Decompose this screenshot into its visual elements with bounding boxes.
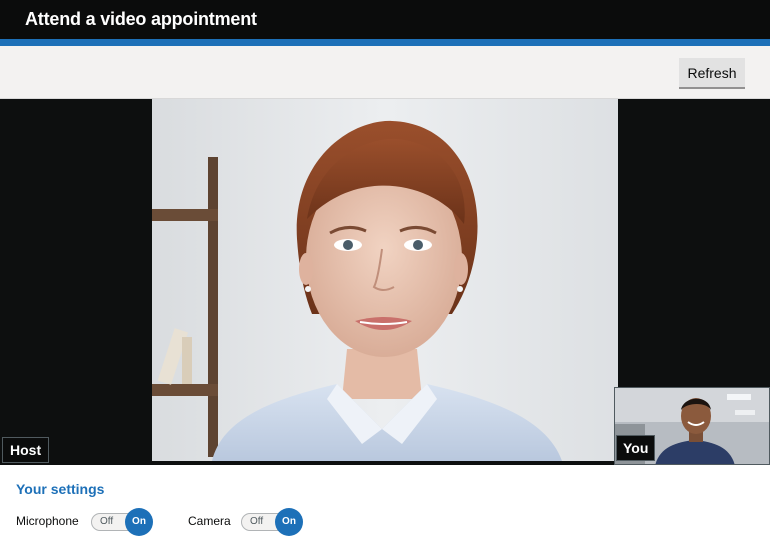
page-title: Attend a video appointment [25, 9, 257, 29]
microphone-toggle[interactable]: Off On [91, 508, 153, 536]
microphone-label: Microphone [16, 514, 79, 528]
camera-toggle[interactable]: Off On [241, 508, 303, 536]
camera-on-option[interactable]: On [275, 508, 303, 536]
settings-title: Your settings [16, 481, 105, 497]
host-video-image [152, 99, 618, 461]
page-header: Attend a video appointment [0, 0, 770, 39]
host-label: Host [2, 437, 50, 463]
refresh-button[interactable]: Refresh [679, 58, 745, 87]
camera-off-option[interactable]: Off [250, 516, 263, 527]
video-stage: Host You [0, 99, 770, 465]
settings-panel: Your settings Microphone Off On Camera O… [0, 465, 770, 558]
microphone-on-option[interactable]: On [125, 508, 153, 536]
microphone-off-option[interactable]: Off [100, 516, 113, 527]
camera-label: Camera [188, 514, 231, 528]
header-accent-bar [0, 39, 770, 46]
host-video-feed [152, 99, 618, 461]
self-label: You [616, 435, 656, 461]
toolbar: Refresh [0, 46, 770, 99]
